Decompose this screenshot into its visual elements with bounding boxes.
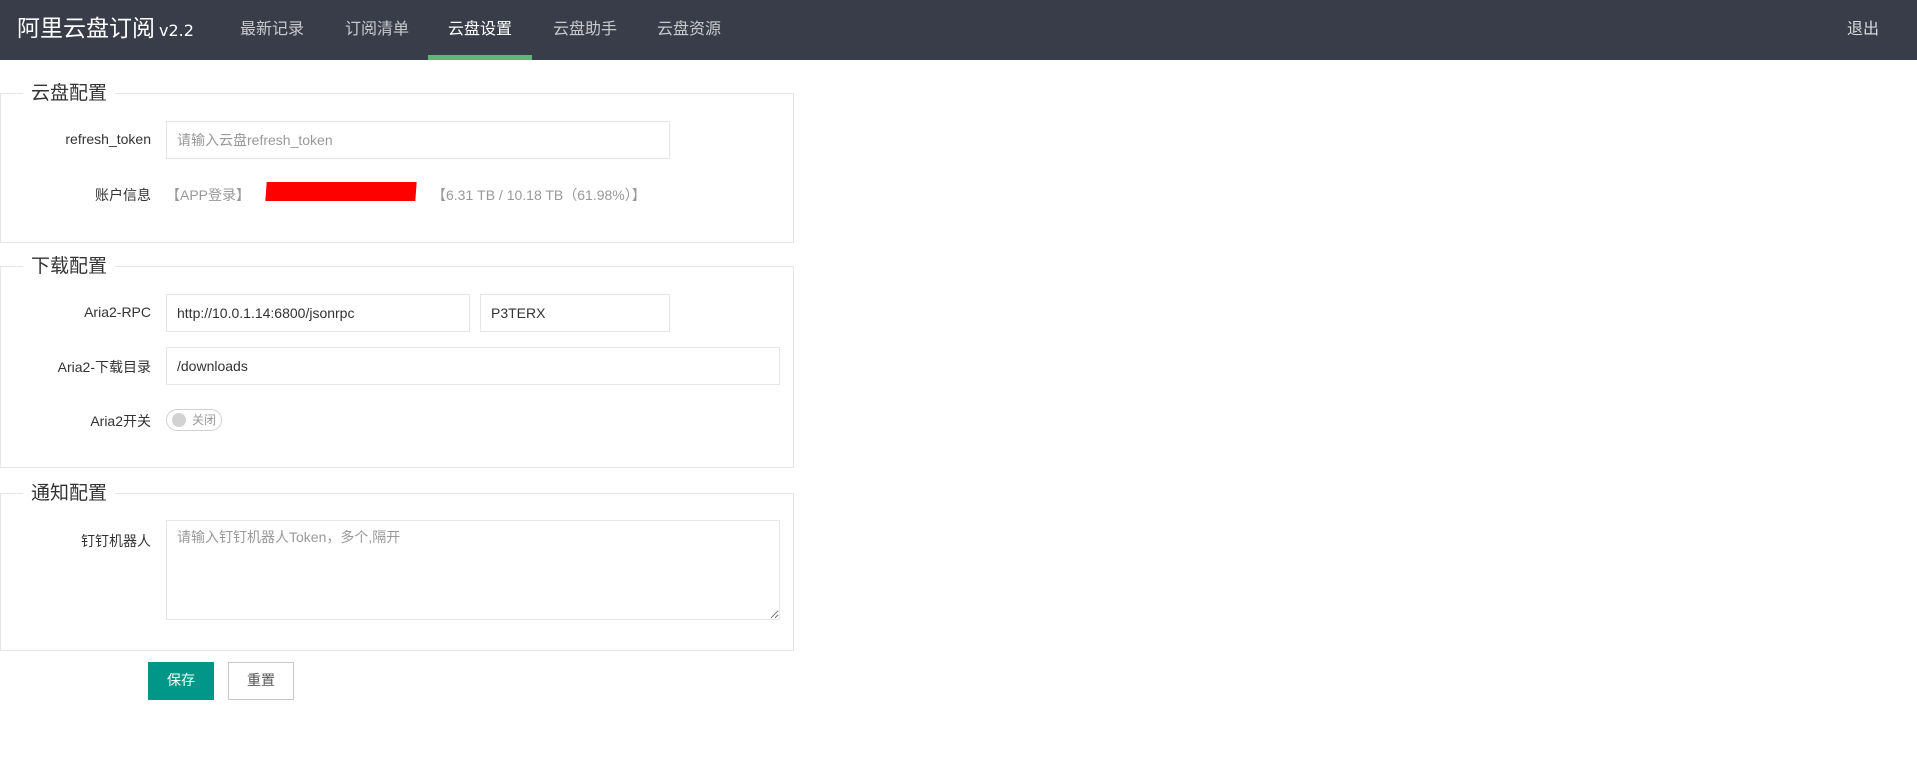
tab-cloud-settings[interactable]: 云盘设置	[428, 0, 532, 60]
download-config-legend: 下载配置	[31, 255, 108, 277]
aria2-download-dir-label: Aria2-下载目录	[57, 359, 151, 375]
aria2-rpc-label: Aria2-RPC	[84, 304, 151, 320]
app-version: v2.2	[159, 21, 194, 40]
account-info-label: 账户信息	[95, 187, 151, 203]
dingtalk-token-textarea[interactable]	[166, 520, 780, 620]
redacted-account-name	[265, 182, 417, 201]
tab-subscriptions[interactable]: 订阅清单	[331, 0, 423, 60]
switch-state-text: 关闭	[192, 413, 217, 427]
top-nav-bar: 阿里云盘订阅 v2.2 最新记录 订阅清单 云盘设置 云盘助手 云盘资源 退出	[0, 0, 1917, 60]
aria2-rpc-url-input[interactable]	[166, 294, 470, 332]
storage-usage-text: 【6.31 TB / 10.18 TB（61.98%）】	[432, 187, 646, 203]
tab-label: 最新记录	[239, 19, 304, 38]
cloud-config-section: 云盘配置	[0, 81, 794, 243]
tab-cloud-resources[interactable]: 云盘资源	[643, 0, 735, 60]
logout-link[interactable]: 退出	[1847, 0, 1879, 57]
save-button[interactable]: 保存	[148, 662, 214, 700]
aria2-rpc-secret-input[interactable]	[480, 294, 670, 332]
tab-cloud-assistant[interactable]: 云盘助手	[539, 0, 631, 60]
tab-latest-records[interactable]: 最新记录	[226, 0, 318, 60]
refresh-token-label: refresh_token	[65, 131, 151, 147]
dingtalk-robot-label: 钉钉机器人	[81, 533, 151, 549]
active-tab-indicator	[428, 55, 532, 60]
tab-label: 云盘设置	[447, 19, 512, 38]
app-name: 阿里云盘订阅	[17, 16, 155, 42]
reset-button[interactable]: 重置	[228, 662, 294, 700]
aria2-download-dir-input[interactable]	[166, 347, 780, 385]
refresh-token-input[interactable]	[166, 121, 670, 159]
switch-knob	[172, 413, 186, 427]
notify-config-legend: 通知配置	[31, 482, 108, 504]
tab-label: 云盘助手	[552, 19, 617, 38]
app-title: 阿里云盘订阅 v2.2	[17, 12, 194, 48]
tab-label: 订阅清单	[344, 19, 409, 38]
login-type-text: 【APP登录】	[166, 187, 251, 203]
aria2-toggle-switch[interactable]: 关闭	[166, 409, 222, 431]
tab-label: 云盘资源	[656, 19, 721, 38]
cloud-config-legend: 云盘配置	[31, 82, 108, 104]
aria2-switch-label: Aria2开关	[90, 413, 151, 429]
